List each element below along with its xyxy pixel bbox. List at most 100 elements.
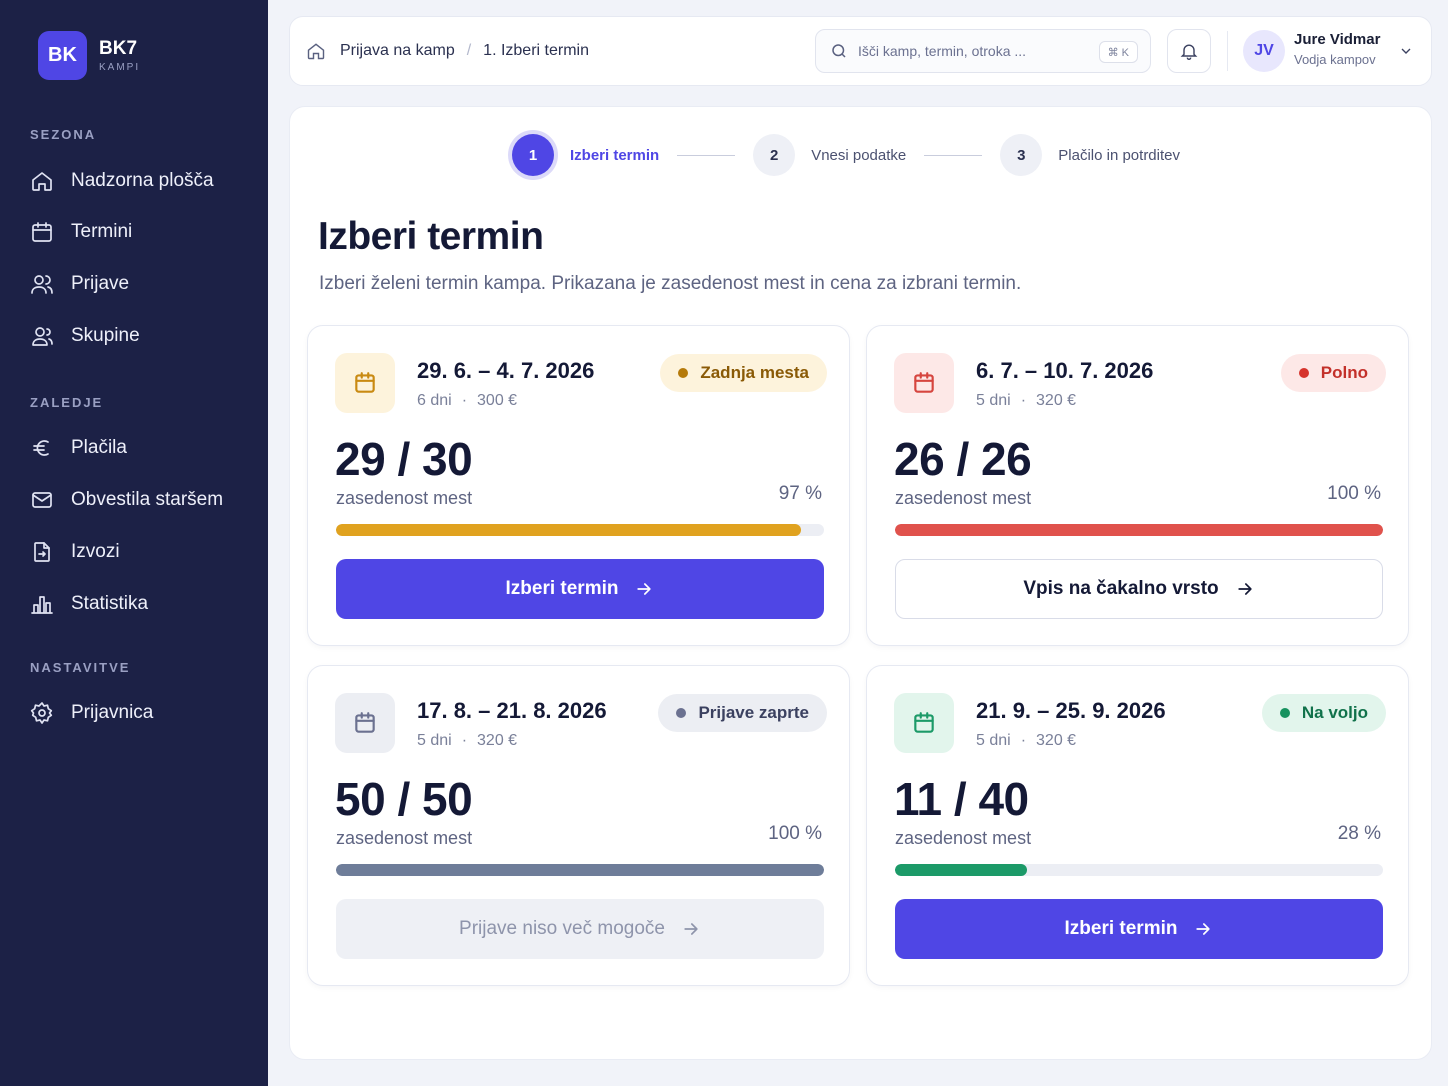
- occupancy-percent: 97 %: [778, 483, 822, 504]
- term-card: 6. 7. – 10. 7. 2026 5 dni · 320 € Polno 26…: [866, 325, 1409, 646]
- status-badge: Na voljo: [1261, 694, 1386, 732]
- status-badge: Polno: [1280, 354, 1386, 392]
- nav-label: Termini: [71, 221, 133, 242]
- card-action-button[interactable]: Vpis na čakalno vrsto: [895, 559, 1383, 619]
- step-2-label[interactable]: Vnesi podatke: [811, 147, 906, 164]
- term-date: 29. 6. – 4. 7. 2026: [417, 358, 595, 383]
- nav-label: Skupine: [71, 325, 140, 346]
- occupancy-count: 26 / 26: [894, 433, 1032, 485]
- term-meta: 5 dni · 320 €: [976, 732, 1076, 750]
- chart-icon: [31, 596, 53, 614]
- term-date: 17. 8. – 21. 8. 2026: [417, 698, 607, 723]
- card-action-button[interactable]: Izberi termin: [895, 899, 1383, 959]
- nav-item-statistika[interactable]: Statistika: [30, 589, 148, 619]
- meta-separator: ·: [1020, 392, 1027, 409]
- term-duration: 5 dni: [976, 732, 1011, 749]
- section-label-nastavitve: NASTAVITVE: [30, 660, 131, 675]
- nav-item-izvozi[interactable]: Izvozi: [30, 537, 120, 567]
- user-menu[interactable]: Jure Vidmar Vodja kampov: [1294, 31, 1380, 67]
- sidebar: BK BK7 KAMPI SEZONA Nadzorna plošča Term…: [0, 0, 268, 1086]
- divider: [1227, 31, 1228, 71]
- occupancy-label: zasedenost mest: [336, 828, 473, 848]
- nav-label: Prijave: [71, 273, 130, 294]
- brand-name: BK7: [99, 37, 138, 59]
- term-meta: 6 dni · 300 €: [417, 392, 517, 410]
- nav-item-nadzorna-plosca[interactable]: Nadzorna plošča: [30, 166, 214, 196]
- step-3-indicator[interactable]: 3: [1000, 134, 1043, 176]
- avatar[interactable]: JV: [1243, 30, 1285, 72]
- nav-item-prijave[interactable]: Prijave: [30, 269, 129, 299]
- occupancy-percent: 100 %: [768, 823, 822, 844]
- card-action-button[interactable]: Izberi termin: [336, 559, 824, 619]
- step-1-indicator[interactable]: 1: [512, 134, 554, 176]
- occupancy-count: 29 / 30: [335, 433, 473, 485]
- notifications-button[interactable]: [1167, 29, 1211, 73]
- users-icon: [31, 275, 53, 294]
- term-price: 300 €: [477, 392, 518, 409]
- step-3-label[interactable]: Plačilo in potrditev: [1058, 147, 1180, 164]
- button-label: Izberi termin: [1064, 918, 1178, 939]
- button-label: Izberi termin: [505, 578, 619, 599]
- occupancy-label: zasedenost mest: [895, 488, 1032, 508]
- arrow-right-icon: [684, 923, 698, 935]
- group-icon: [32, 327, 53, 346]
- nav-item-prijavnica[interactable]: Prijavnica: [30, 698, 153, 728]
- chevron-down-icon[interactable]: [1398, 43, 1414, 59]
- nav-item-skupine[interactable]: Skupine: [30, 321, 140, 351]
- nav-label: Statistika: [71, 593, 149, 614]
- status-label: Polno: [1320, 363, 1368, 382]
- term-duration: 5 dni: [976, 392, 1011, 409]
- occupancy-label: zasedenost mest: [336, 488, 473, 508]
- occupancy-bar-fill: [336, 864, 824, 876]
- nav-label: Obvestila staršem: [71, 489, 224, 510]
- arrow-right-icon: [637, 583, 652, 595]
- nav-item-obvestila[interactable]: Obvestila staršem: [30, 485, 223, 515]
- occupancy-percent: 28 %: [1337, 823, 1381, 844]
- term-date: 21. 9. – 25. 9. 2026: [976, 698, 1166, 723]
- term-card: 29. 6. – 4. 7. 2026 6 dni · 300 € Zadnja m…: [307, 325, 850, 646]
- meta-separator: ·: [461, 732, 468, 749]
- breadcrumb-link[interactable]: Prijava na kamp: [340, 42, 455, 60]
- nav-label: Izvozi: [71, 541, 120, 562]
- file-export-icon: [34, 542, 50, 562]
- status-dot: [1279, 708, 1290, 718]
- home-icon[interactable]: [306, 41, 326, 61]
- nav-item-placila[interactable]: Plačila: [30, 433, 127, 463]
- calendar-icon: [914, 372, 934, 393]
- step-connector: [924, 154, 983, 156]
- calendar-icon: [32, 222, 52, 242]
- term-meta: 5 dni · 320 €: [976, 392, 1076, 410]
- nav-item-termini[interactable]: Termini: [30, 217, 132, 247]
- occupancy-count: 50 / 50: [335, 773, 473, 825]
- term-duration: 5 dni: [417, 732, 452, 749]
- calendar-icon-box: [894, 693, 954, 753]
- status-dot: [1298, 368, 1309, 378]
- button-label: Prijave niso več mogoče: [459, 918, 665, 939]
- term-card: 21. 9. – 25. 9. 2026 5 dni · 320 € Na volj…: [866, 665, 1409, 986]
- user-role: Vodja kampov: [1294, 52, 1376, 67]
- home-icon: [32, 172, 52, 191]
- status-label: Prijave zaprte: [698, 703, 809, 722]
- term-meta: 5 dni · 320 €: [417, 732, 517, 750]
- stepper: 1 Izberi termin 2 Vnesi podatke 3 Plačil…: [512, 133, 1180, 177]
- step-2-indicator[interactable]: 2: [753, 134, 796, 176]
- page-title: Izberi termin: [318, 215, 544, 258]
- brand-logo: BK: [38, 31, 87, 80]
- occupancy-bar-fill: [895, 524, 1383, 536]
- step-connector: [677, 154, 736, 156]
- mail-icon: [32, 492, 52, 508]
- status-badge: Prijave zaprte: [658, 694, 827, 732]
- term-duration: 6 dni: [417, 392, 452, 409]
- occupancy-bar: [895, 524, 1383, 536]
- occupancy-bar-fill: [895, 864, 1027, 876]
- search-input[interactable]: Išči kamp, termin, otroka ... ⌘ K: [815, 29, 1151, 73]
- nav-label: Nadzorna plošča: [71, 170, 214, 191]
- step-1-label[interactable]: Izberi termin: [570, 147, 659, 164]
- section-label-sezona: SEZONA: [30, 127, 97, 142]
- brand[interactable]: BK BK7 KAMPI: [38, 31, 140, 80]
- search-placeholder: Išči kamp, termin, otroka ...: [858, 43, 1027, 59]
- topbar: Prijava na kamp / 1. Izberi termin Išči …: [289, 16, 1432, 86]
- arrow-right-icon: [1196, 923, 1211, 935]
- breadcrumb-current: 1. Izberi termin: [483, 42, 589, 59]
- brand-subtitle: KAMPI: [99, 61, 141, 73]
